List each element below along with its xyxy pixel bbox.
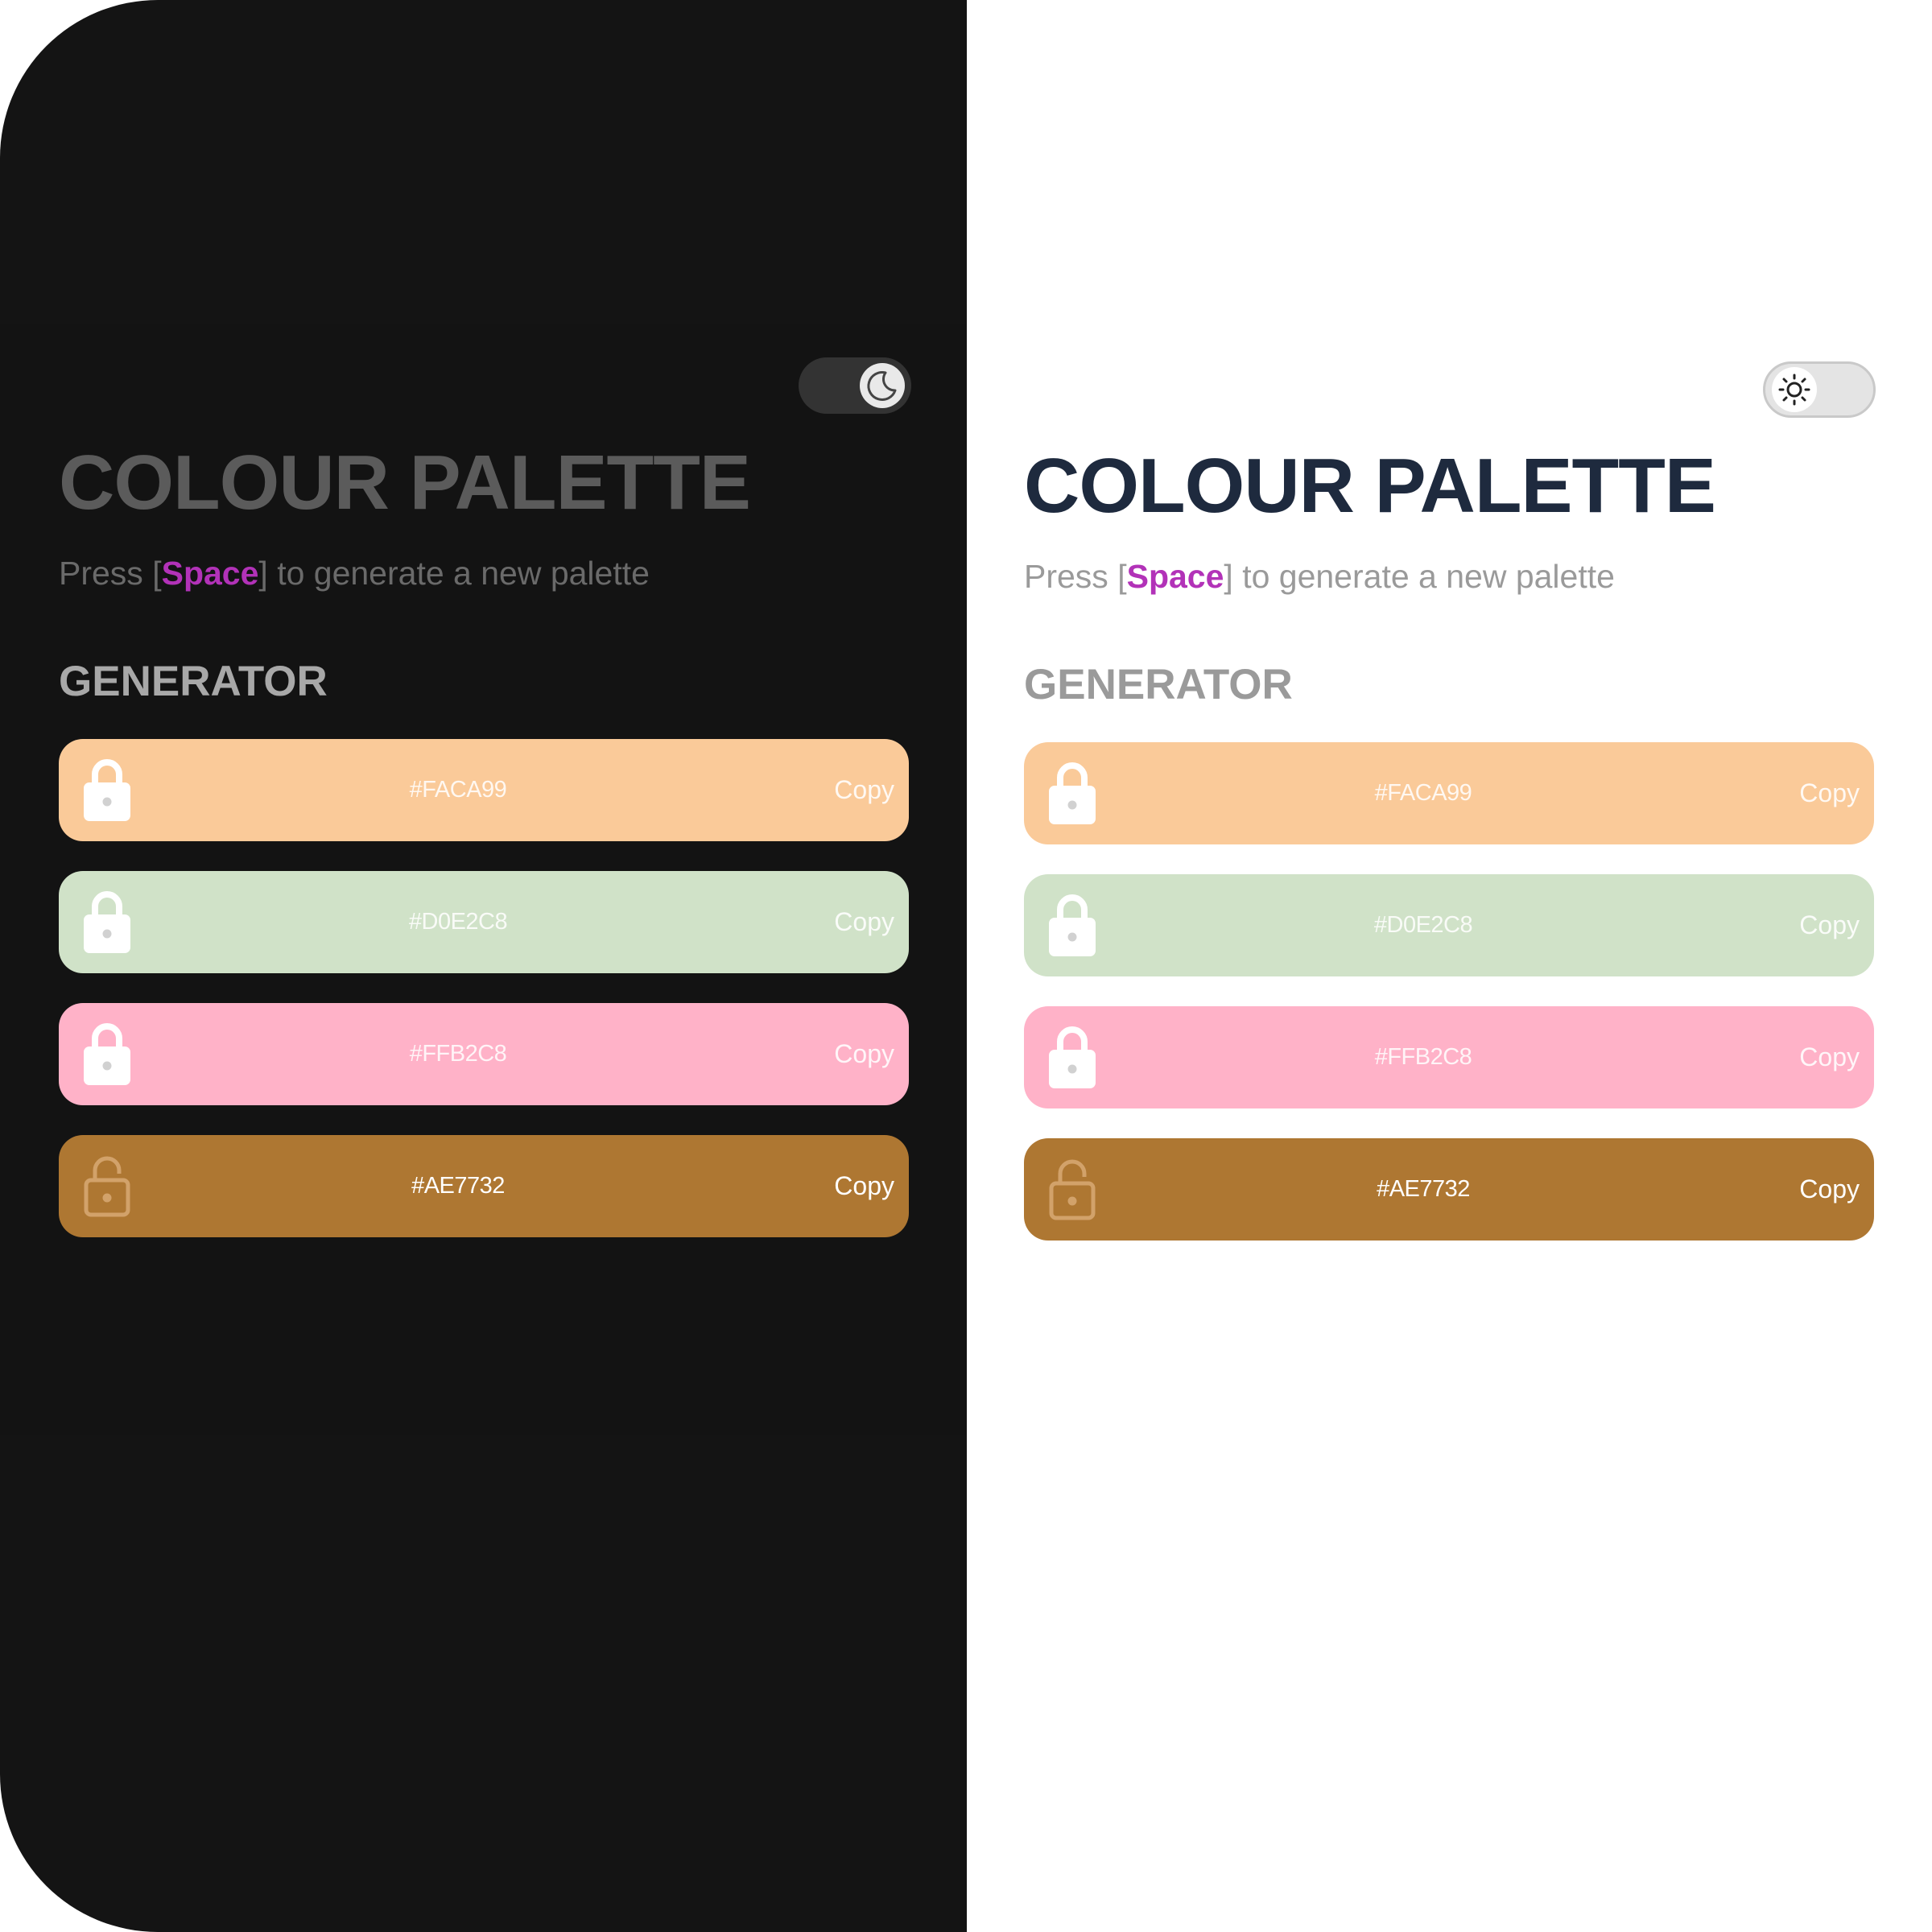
copy-button[interactable]: Copy xyxy=(834,1003,894,1105)
hex-code: #FFB2C8 xyxy=(1374,1044,1472,1070)
hex-code: #FACA99 xyxy=(1374,780,1472,806)
dark-app-view: COLOUR PALETTE Press [Space] to generate… xyxy=(0,324,966,1435)
copy-button[interactable]: Copy xyxy=(834,871,894,973)
copy-button[interactable]: Copy xyxy=(1799,874,1860,976)
section-heading: GENERATOR xyxy=(1024,661,1293,708)
instruction-prefix: Press [ xyxy=(59,555,162,592)
instruction-text: Press [Space] to generate a new palette xyxy=(1024,560,1615,593)
hex-code: #FACA99 xyxy=(409,777,507,803)
hex-code: #AE7732 xyxy=(1377,1176,1470,1202)
hex-code: #D0E2C8 xyxy=(408,909,508,935)
toggle-knob xyxy=(860,363,905,408)
copy-button[interactable]: Copy xyxy=(1799,742,1860,844)
color-swatch-row[interactable]: #AE7732 Copy xyxy=(1024,1138,1874,1241)
instruction-text: Press [Space] to generate a new palette xyxy=(59,557,650,590)
palette-list: #FACA99 Copy #D0E2C8 Copy #FFB2C8 Copy #AE7732… xyxy=(1024,742,1874,1270)
color-swatch-row[interactable]: #D0E2C8 Copy xyxy=(59,871,909,973)
theme-toggle[interactable] xyxy=(1763,361,1876,418)
hex-code: #D0E2C8 xyxy=(1373,912,1473,938)
palette-list: #FACA99 Copy #D0E2C8 Copy #FFB2C8 Copy #AE7732… xyxy=(59,739,909,1267)
theme-toggle[interactable] xyxy=(799,357,911,414)
instruction-suffix: ] to generate a new palette xyxy=(1224,558,1615,595)
moon-icon xyxy=(867,371,897,401)
instruction-suffix: ] to generate a new palette xyxy=(258,555,650,592)
instruction-key: Space xyxy=(1126,558,1224,595)
instruction-prefix: Press [ xyxy=(1024,558,1127,595)
color-swatch-row[interactable]: #FACA99 Copy xyxy=(1024,742,1874,844)
dark-theme-panel: COLOUR PALETTE Press [Space] to generate… xyxy=(0,0,967,1932)
copy-button[interactable]: Copy xyxy=(1799,1006,1860,1108)
copy-button[interactable]: Copy xyxy=(1799,1138,1860,1241)
page-title: COLOUR PALETTE xyxy=(59,440,751,526)
light-app-view: COLOUR PALETTE Press [Space] to generate… xyxy=(967,327,1932,1438)
copy-button[interactable]: Copy xyxy=(834,739,894,841)
page-title: COLOUR PALETTE xyxy=(1024,443,1716,529)
color-swatch-row[interactable]: #FFB2C8 Copy xyxy=(59,1003,909,1105)
color-swatch-row[interactable]: #FACA99 Copy xyxy=(59,739,909,841)
hex-code: #FFB2C8 xyxy=(409,1041,507,1067)
sun-icon xyxy=(1778,374,1810,406)
section-heading: GENERATOR xyxy=(59,658,328,705)
color-swatch-row[interactable]: #D0E2C8 Copy xyxy=(1024,874,1874,976)
light-theme-panel: COLOUR PALETTE Press [Space] to generate… xyxy=(967,0,1932,1932)
color-swatch-row[interactable]: #AE7732 Copy xyxy=(59,1135,909,1237)
toggle-knob xyxy=(1772,367,1817,412)
instruction-key: Space xyxy=(161,555,259,592)
copy-button[interactable]: Copy xyxy=(834,1135,894,1237)
hex-code: #AE7732 xyxy=(411,1173,505,1199)
color-swatch-row[interactable]: #FFB2C8 Copy xyxy=(1024,1006,1874,1108)
